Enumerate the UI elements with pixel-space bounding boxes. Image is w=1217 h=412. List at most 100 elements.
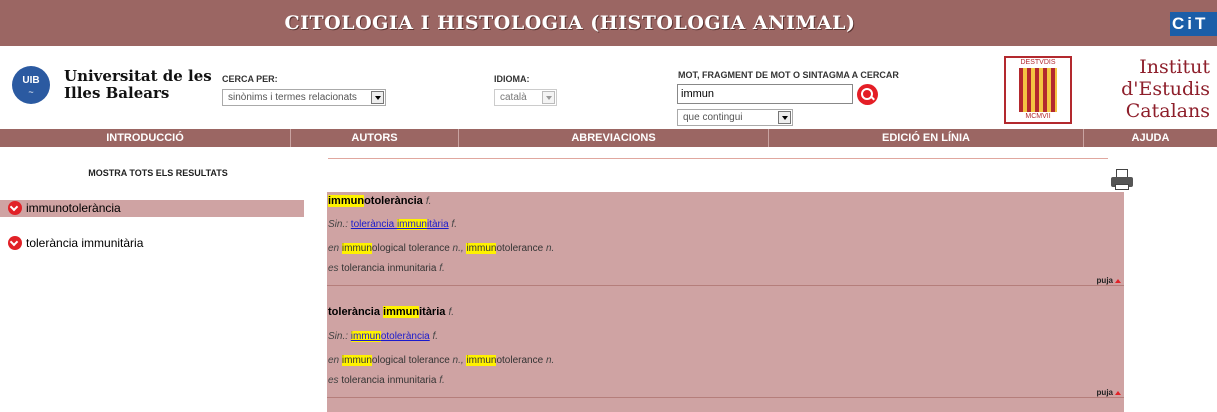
back-to-top-link[interactable]: puja	[1097, 276, 1121, 285]
sidebar-item-label: tolerància immunitària	[26, 236, 144, 250]
synonym-suffix: otolerància	[380, 331, 430, 342]
iec-name-line2: d'Estudis	[1121, 78, 1210, 100]
synonym-label: Sin.:	[328, 219, 349, 230]
match-mode-value: que contingui	[683, 112, 743, 123]
synonym-prefix: tolerància	[350, 219, 397, 230]
nav-introduccio[interactable]: INTRODUCCIÓ	[0, 129, 291, 147]
search-input[interactable]	[677, 84, 853, 104]
search-icon[interactable]	[857, 84, 878, 105]
english-term: otolerance	[496, 243, 544, 254]
uib-name[interactable]: Universitat de les Illes Balears	[64, 68, 212, 102]
match-mode-select[interactable]: que contingui	[677, 109, 793, 126]
search-highlight: immun	[383, 306, 420, 318]
cerca-per-select[interactable]: sinònims i termes relacionats	[222, 89, 386, 106]
cerca-per-label: CERCA PER:	[222, 74, 278, 84]
entry-synonym: Sin.: tolerància immunitària f.	[328, 219, 457, 230]
iec-shield-top-text: DESTVDIS	[1020, 59, 1056, 66]
uib-logo-text: UIB	[22, 75, 40, 86]
synonym-link[interactable]: tolerància immunitària	[351, 219, 449, 230]
search-highlight: immun	[466, 243, 497, 254]
uib-name-line1: Universitat de les	[64, 67, 212, 85]
nav-autors[interactable]: AUTORS	[291, 129, 459, 147]
cit-logo[interactable]: CiT	[1170, 12, 1217, 36]
entry-spanish: es tolerancia inmunitaria f.	[328, 375, 445, 386]
iec-name-line1: Institut	[1139, 56, 1210, 78]
search-highlight: immun	[350, 331, 381, 342]
mot-label: MOT, FRAGMENT DE MOT O SINTAGMA A CERCAR	[678, 70, 899, 80]
synonym-suffix: itària	[426, 219, 449, 230]
lang-label-es: es	[328, 375, 339, 386]
idioma-select[interactable]: català	[494, 89, 557, 106]
spanish-term: tolerancia inmunitaria	[341, 263, 437, 274]
pos-label: n.,	[452, 243, 464, 254]
nav-edicio-en-linia[interactable]: EDICIÓ EN LÍNIA	[769, 129, 1084, 147]
pos-label: n.,	[452, 355, 464, 366]
entry-immunotolerancia: immunotolerància f. Sin.: tolerància imm…	[327, 192, 1124, 286]
uib-wave-icon: ~	[28, 87, 34, 97]
synonym-label: Sin.:	[328, 331, 349, 342]
gender-label: f.	[439, 375, 445, 386]
entry-spanish: es tolerancia inmunitaria f.	[328, 263, 445, 274]
entry-synonym: Sin.: immunotolerància f.	[328, 331, 438, 342]
nav-abreviacions[interactable]: ABREVIACIONS	[459, 129, 769, 147]
cerca-per-value: sinònims i termes relacionats	[228, 92, 357, 103]
lang-label-es: es	[328, 263, 339, 274]
pos-label: n.	[545, 243, 555, 254]
pos-label: n.	[545, 355, 555, 366]
search-highlight: immun	[341, 243, 372, 254]
back-to-top-link[interactable]: puja	[1097, 388, 1121, 397]
sidebar-item-immunotolerancia[interactable]: immunotolerància	[0, 200, 304, 217]
lang-label-en: en	[328, 243, 340, 254]
gender-label: f.	[451, 219, 457, 230]
iec-name[interactable]: Institut d'Estudis Catalans	[1078, 56, 1210, 122]
nav-ajuda[interactable]: AJUDA	[1084, 129, 1217, 147]
idioma-value: català	[500, 92, 527, 103]
iec-name-line3: Catalans	[1125, 100, 1210, 122]
headword-suffix: otolerància	[364, 195, 423, 207]
search-highlight: immun	[341, 355, 372, 366]
headword-prefix: tolerància	[328, 306, 384, 318]
gender-label: f.	[448, 307, 455, 318]
entry-headword: tolerància immunitària f.	[328, 306, 454, 318]
header-bar: CITOLOGIA I HISTOLOGIA (HISTOLOGIA ANIMA…	[0, 0, 1217, 46]
iec-shield-stripes	[1019, 68, 1057, 112]
lang-label-en: en	[328, 355, 340, 366]
printer-icon[interactable]	[1111, 169, 1133, 191]
headword-suffix: itària	[419, 306, 446, 318]
english-term: otolerance	[496, 355, 544, 366]
chevron-down-icon	[542, 91, 555, 104]
nav-bar: INTRODUCCIÓ AUTORS ABREVIACIONS EDICIÓ E…	[0, 129, 1217, 147]
entry-english: en immunological tolerance n., immunotol…	[328, 355, 554, 366]
printer-output	[1115, 184, 1129, 190]
sidebar-item-tolerancia-immunitaria[interactable]: tolerància immunitària	[8, 235, 304, 252]
search-highlight: immun	[466, 355, 497, 366]
entry-english: en immunological tolerance n., immunotol…	[328, 243, 554, 254]
spanish-term: tolerancia inmunitaria	[341, 375, 437, 386]
english-term: ological tolerance	[371, 355, 450, 366]
arrow-bullet-icon	[8, 200, 22, 215]
show-all-results-link[interactable]: MOSTRA TOTS ELS RESULTATS	[0, 168, 316, 178]
entry-separator	[327, 397, 1124, 398]
iec-shield-icon[interactable]: DESTVDIS MCMVII	[1004, 56, 1072, 124]
entry-tolerancia-immunitaria: tolerància immunitària f. Sin.: immunoto…	[327, 286, 1124, 412]
entry-headword: immunotolerància f.	[328, 195, 431, 207]
chevron-down-icon	[371, 91, 384, 104]
gender-label: f.	[439, 263, 445, 274]
gender-label: f.	[425, 196, 432, 207]
uib-logo-icon[interactable]: UIB ~	[12, 66, 50, 104]
synonym-link[interactable]: immunotolerància	[350, 331, 430, 342]
arrow-bullet-icon	[8, 235, 22, 250]
page-title: CITOLOGIA I HISTOLOGIA (HISTOLOGIA ANIMA…	[284, 12, 856, 34]
uib-name-line2: Illes Balears	[64, 84, 170, 102]
iec-shield-bottom-text: MCMVII	[1025, 113, 1051, 120]
english-term: ological tolerance	[371, 243, 450, 254]
arrow-up-icon	[1115, 391, 1121, 395]
sidebar-item-label: immunotolerància	[26, 201, 121, 215]
content-divider	[328, 158, 1108, 159]
arrow-up-icon	[1115, 279, 1121, 283]
puja-label: puja	[1096, 388, 1113, 397]
gender-label: f.	[432, 331, 439, 342]
search-highlight: immun	[396, 219, 427, 230]
idioma-label: IDIOMA:	[494, 74, 530, 84]
search-highlight: immun	[328, 195, 365, 207]
